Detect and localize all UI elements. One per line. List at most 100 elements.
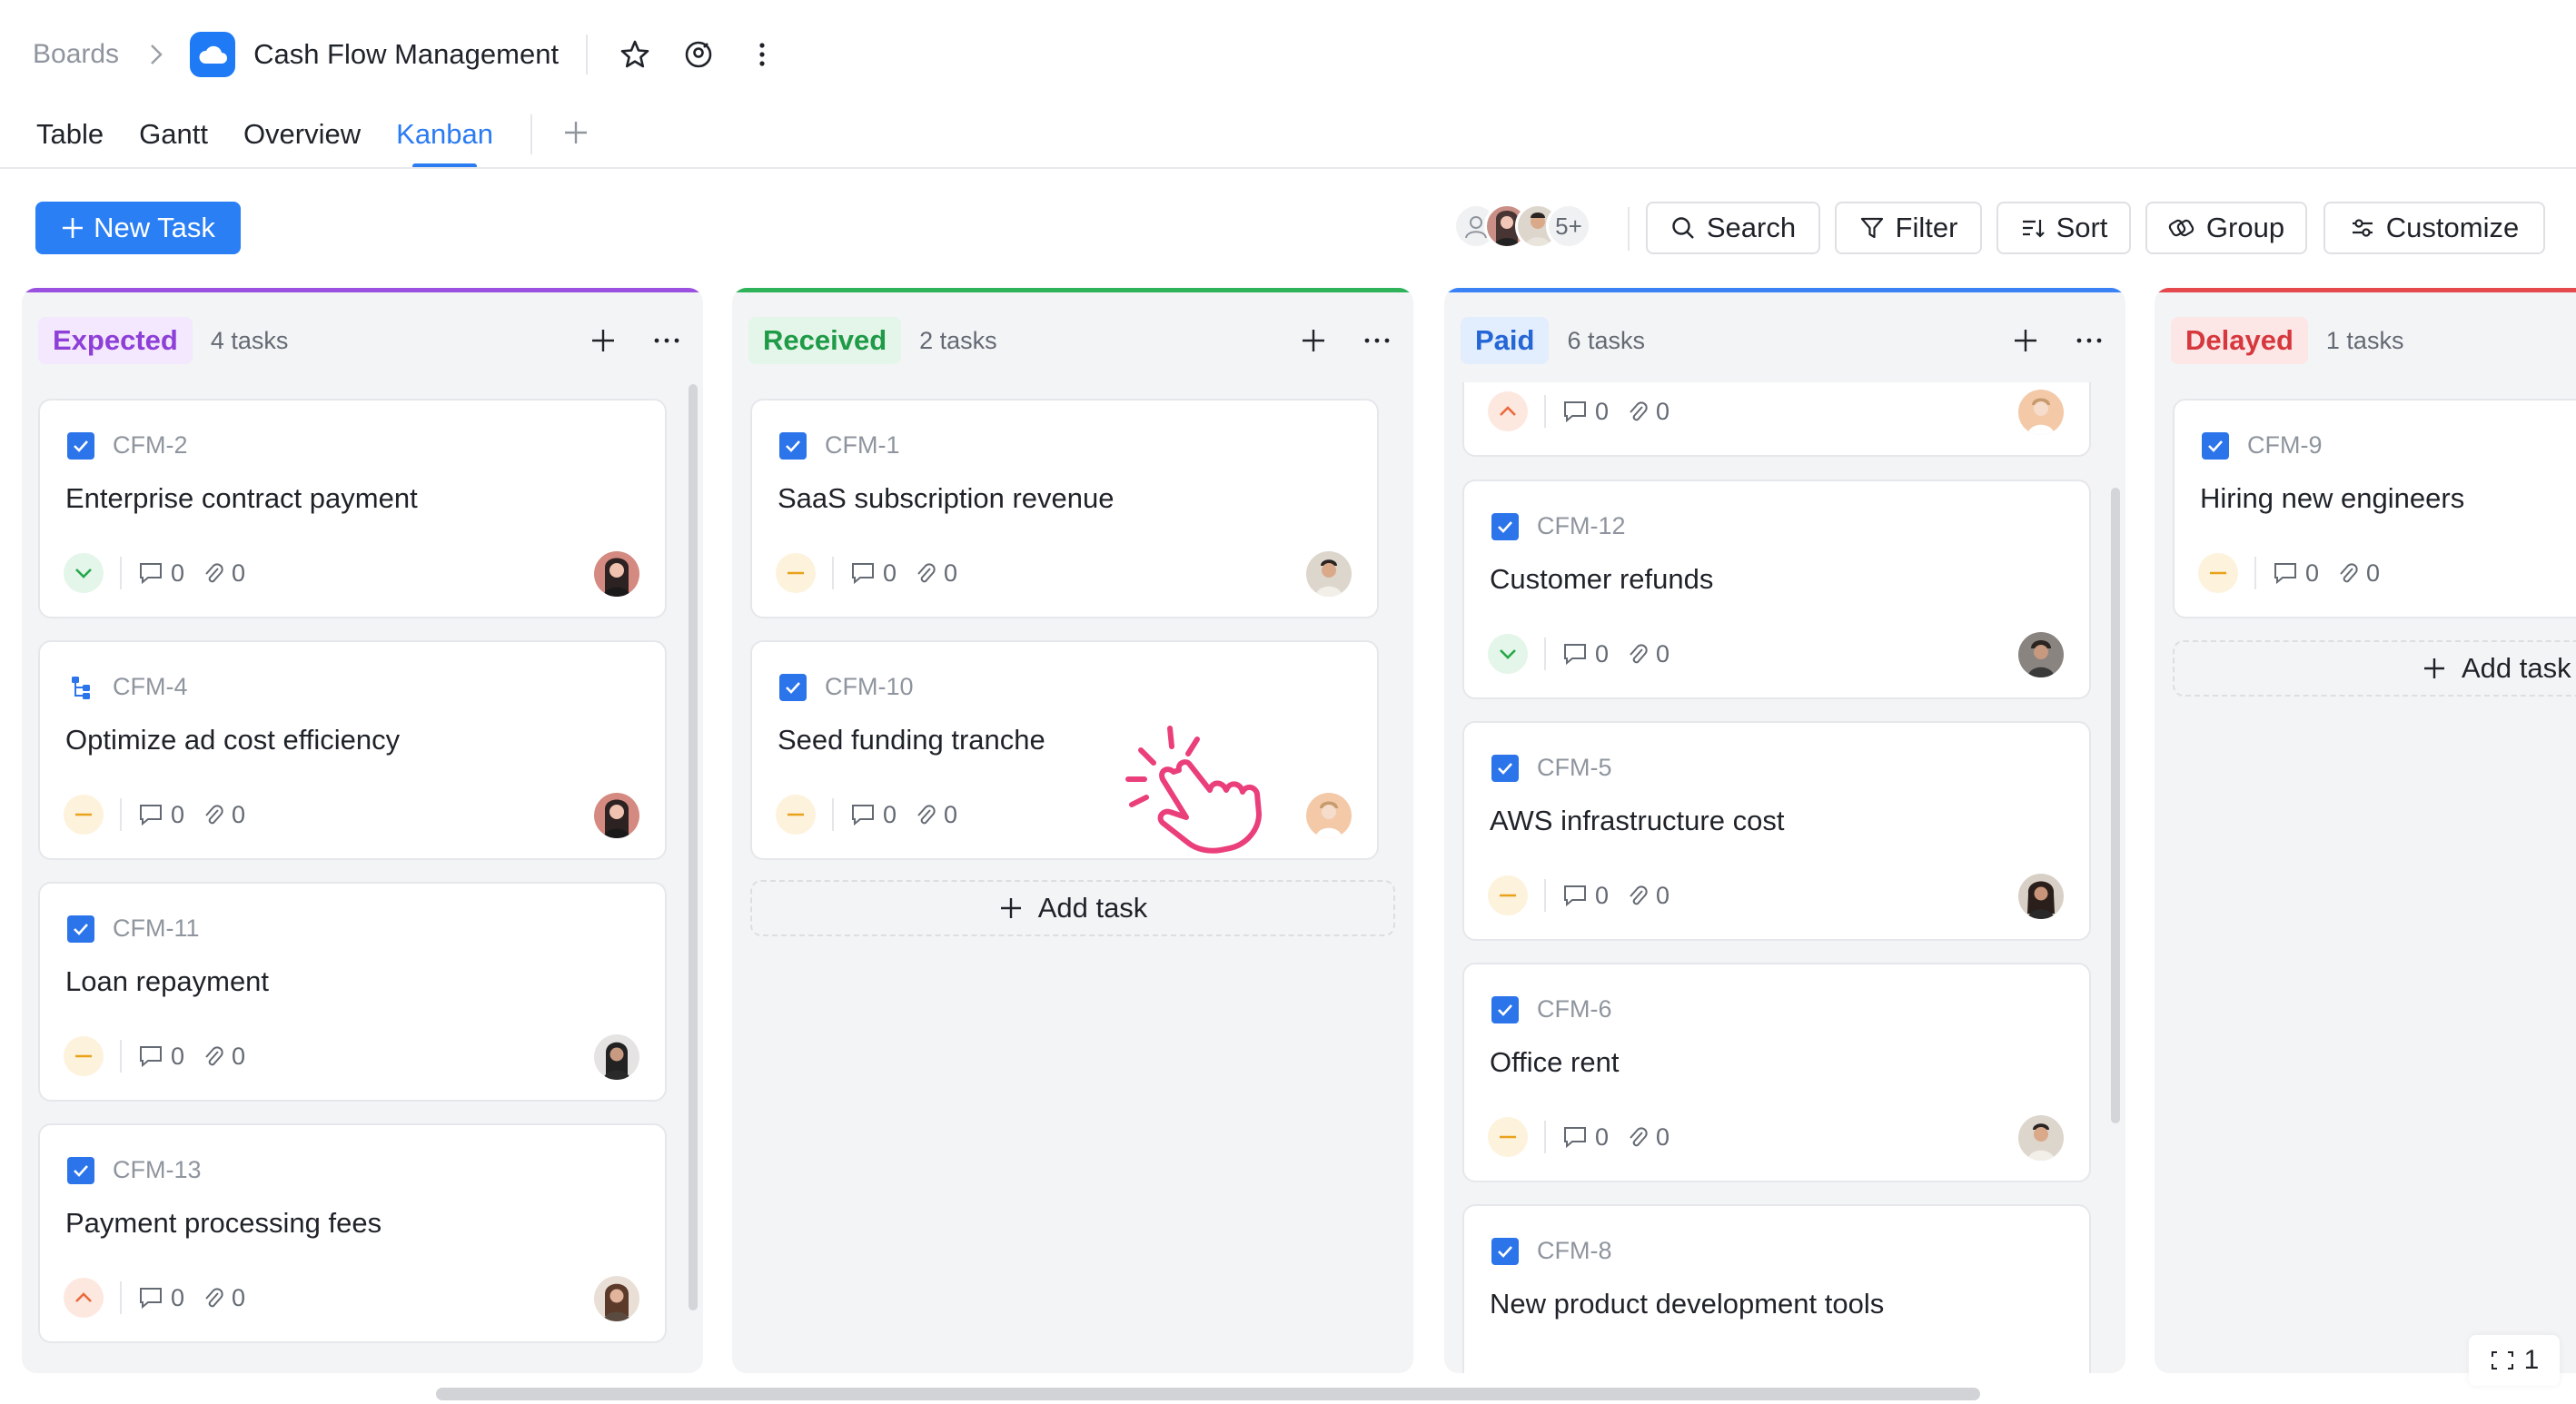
- task-card[interactable]: CFM-8 New product development tools: [1462, 1204, 2091, 1373]
- tab-gantt[interactable]: Gantt: [139, 113, 208, 167]
- add-task-button[interactable]: Add task: [750, 880, 1395, 936]
- more-vertical-icon[interactable]: [742, 35, 782, 74]
- checkbox-icon: [1491, 512, 1519, 540]
- avatar[interactable]: [2018, 874, 2064, 919]
- avatar[interactable]: [1306, 551, 1352, 597]
- attachment-count: 0: [944, 800, 958, 828]
- comment-icon: [140, 1046, 162, 1068]
- tab-table[interactable]: Table: [36, 113, 104, 167]
- kanban-column-expected: Expected 4 tasks CFM-2 Enterprise contra…: [22, 288, 703, 1373]
- new-task-button[interactable]: New Task: [35, 202, 241, 254]
- task-count: 1 tasks: [2325, 326, 2404, 354]
- star-icon[interactable]: [615, 35, 655, 74]
- more-horizontal-icon[interactable]: [2069, 321, 2109, 361]
- search-button[interactable]: Search: [1646, 202, 1820, 254]
- priority-high-chevron-up-icon[interactable]: [64, 1278, 104, 1318]
- avatar[interactable]: [594, 793, 639, 838]
- priority-medium-dash-icon[interactable]: [64, 795, 104, 835]
- task-id: CFM-6: [1537, 995, 1612, 1023]
- comment-count: 0: [171, 800, 185, 828]
- avatar[interactable]: [594, 1034, 639, 1080]
- checkbox-icon: [67, 1156, 94, 1184]
- comment-count: 0: [883, 559, 897, 587]
- priority-medium-dash-icon[interactable]: [776, 553, 816, 593]
- more-horizontal-icon[interactable]: [647, 321, 687, 361]
- priority-medium-dash-icon[interactable]: [2198, 553, 2238, 593]
- page-indicator[interactable]: 1: [2469, 1335, 2560, 1386]
- status-badge: Paid: [1461, 317, 1550, 364]
- comment-icon: [1564, 401, 1586, 423]
- task-card[interactable]: CFM-1 SaaS subscription revenue 0 0: [750, 399, 1379, 618]
- task-card[interactable]: 0 0: [1462, 382, 2091, 457]
- add-card-plus-icon[interactable]: [2006, 321, 2046, 361]
- comment-icon: [1564, 644, 1586, 666]
- group-icon: [2168, 219, 2195, 237]
- task-card[interactable]: CFM-4 Optimize ad cost efficiency 0 0: [38, 640, 667, 860]
- priority-medium-dash-icon[interactable]: [1488, 875, 1528, 915]
- add-card-plus-icon[interactable]: [1293, 321, 1333, 361]
- column-scrollbar[interactable]: [2111, 488, 2120, 1123]
- status-badge: Expected: [38, 317, 193, 364]
- footer-divider: [120, 1040, 122, 1073]
- column-header: Paid 6 tasks: [1461, 315, 2109, 366]
- tab-kanban[interactable]: Kanban: [396, 113, 493, 169]
- avatar[interactable]: [594, 551, 639, 597]
- checkbox-icon: [67, 915, 94, 943]
- toolbar-divider: [1628, 207, 1630, 251]
- priority-medium-dash-icon[interactable]: [1488, 1117, 1528, 1157]
- task-card[interactable]: CFM-12 Customer refunds 0 0: [1462, 480, 2091, 699]
- task-card[interactable]: CFM-13 Payment processing fees 0 0: [38, 1123, 667, 1343]
- task-card[interactable]: CFM-2 Enterprise contract payment 0 0: [38, 399, 667, 618]
- task-card[interactable]: CFM-9 Hiring new engineers 0 0: [2173, 399, 2576, 618]
- comment-count: 0: [171, 1042, 185, 1070]
- member-avatars[interactable]: 5+: [1453, 203, 1591, 249]
- sort-button[interactable]: Sort: [1996, 202, 2131, 254]
- customize-button[interactable]: Customize: [2323, 202, 2545, 254]
- column-header: Expected 4 tasks: [38, 315, 687, 366]
- comment-count: 0: [883, 800, 897, 828]
- priority-low-chevron-down-icon[interactable]: [1488, 634, 1528, 674]
- task-card[interactable]: CFM-6 Office rent 0 0: [1462, 963, 2091, 1182]
- priority-medium-dash-icon[interactable]: [64, 1036, 104, 1076]
- task-card[interactable]: CFM-10 Seed funding tranche 0 0: [750, 640, 1379, 860]
- priority-high-chevron-up-icon[interactable]: [1488, 391, 1528, 431]
- filter-button[interactable]: Filter: [1835, 202, 1982, 254]
- add-view-plus-icon[interactable]: [556, 113, 596, 153]
- header-divider-line: [0, 167, 2576, 169]
- checkbox-icon: [1491, 995, 1519, 1023]
- filter-icon: [1860, 217, 1883, 239]
- add-card-plus-icon[interactable]: [583, 321, 623, 361]
- paperclip-icon: [205, 1288, 223, 1308]
- task-id: CFM-8: [1537, 1237, 1612, 1264]
- priority-medium-dash-icon[interactable]: [776, 795, 816, 835]
- view-tabs: Table Gantt Overview Kanban: [36, 113, 596, 169]
- priority-low-chevron-down-icon[interactable]: [64, 553, 104, 593]
- avatar[interactable]: [2018, 390, 2064, 435]
- more-horizontal-icon[interactable]: [1357, 321, 1397, 361]
- avatar[interactable]: [2018, 1115, 2064, 1161]
- task-card[interactable]: CFM-11 Loan repayment 0 0: [38, 882, 667, 1102]
- at-user-icon[interactable]: [679, 35, 718, 74]
- paperclip-icon: [1630, 1127, 1648, 1147]
- add-task-button[interactable]: Add task: [2173, 640, 2576, 697]
- tab-overview[interactable]: Overview: [243, 113, 361, 167]
- attachment-count: 0: [1656, 881, 1670, 909]
- checkbox-icon: [1491, 1237, 1519, 1265]
- comment-icon: [852, 563, 874, 585]
- paperclip-icon: [1630, 885, 1648, 905]
- column-scrollbar[interactable]: [689, 384, 698, 1310]
- group-button[interactable]: Group: [2145, 202, 2307, 254]
- avatar[interactable]: [594, 1276, 639, 1321]
- checkbox-icon: [2202, 431, 2229, 460]
- breadcrumb-boards-link[interactable]: Boards: [33, 39, 119, 70]
- board-horizontal-scrollbar[interactable]: [436, 1388, 1980, 1400]
- task-title: Office rent: [1490, 1046, 1620, 1078]
- avatar[interactable]: [2018, 632, 2064, 677]
- footer-divider: [832, 557, 834, 589]
- task-title: New product development tools: [1490, 1288, 1885, 1320]
- avatar[interactable]: [1306, 793, 1352, 838]
- comment-icon: [140, 1288, 162, 1310]
- task-title: Enterprise contract payment: [65, 482, 418, 514]
- paperclip-icon: [917, 805, 936, 825]
- task-card[interactable]: CFM-5 AWS infrastructure cost 0 0: [1462, 721, 2091, 941]
